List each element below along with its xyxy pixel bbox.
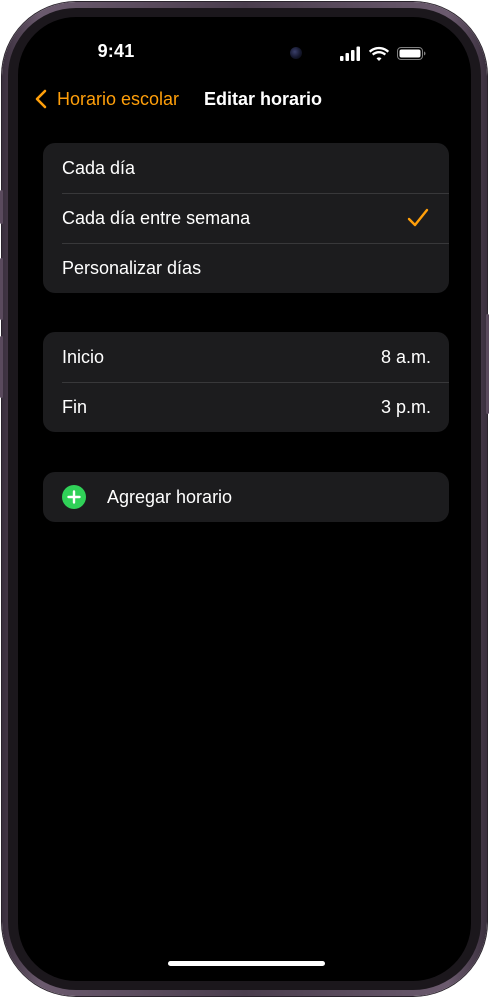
status-icons (340, 46, 426, 61)
volume-up-button (0, 258, 3, 320)
add-schedule-button[interactable]: Agregar horario (43, 472, 449, 522)
page-title: Editar horario (204, 89, 323, 109)
repeat-option-weekdays[interactable]: Cada día entre semana (43, 193, 449, 243)
action-button (0, 190, 3, 224)
back-button-label: Horario escolar (57, 88, 180, 109)
plus-circle-icon (62, 485, 86, 509)
start-time-row[interactable]: Inicio 8 a.m. (43, 332, 449, 382)
camera-icon (290, 47, 302, 59)
start-time-value: 8 a.m. (380, 346, 431, 367)
wifi-icon (368, 46, 390, 61)
screen: 9:41 Horario escolar Editar horario Cada… (18, 17, 471, 981)
repeat-option-custom-days[interactable]: Personalizar días (43, 243, 449, 293)
repeat-option-label: Cada día (62, 157, 136, 178)
end-time-label: Fin (62, 396, 88, 417)
end-time-row[interactable]: Fin 3 p.m. (43, 382, 449, 432)
add-schedule-group: Agregar horario (43, 472, 449, 522)
repeat-option-every-day[interactable]: Cada día (43, 143, 449, 193)
chevron-left-icon (35, 89, 47, 109)
back-button[interactable]: Horario escolar (34, 87, 179, 111)
checkmark-icon (407, 208, 429, 227)
volume-down-button (0, 336, 3, 398)
home-indicator[interactable] (168, 961, 325, 966)
add-schedule-label: Agregar horario (107, 486, 233, 507)
start-time-label: Inicio (62, 346, 105, 367)
repeat-option-label: Personalizar días (62, 257, 202, 278)
cellular-signal-icon (340, 46, 360, 61)
repeat-options-group: Cada día Cada día entre semana Personali… (43, 143, 449, 293)
repeat-option-label: Cada día entre semana (62, 207, 251, 228)
status-time: 9:41 (97, 41, 135, 61)
battery-icon (397, 47, 426, 60)
times-group: Inicio 8 a.m. Fin 3 p.m. (43, 332, 449, 432)
end-time-value: 3 p.m. (380, 396, 431, 417)
